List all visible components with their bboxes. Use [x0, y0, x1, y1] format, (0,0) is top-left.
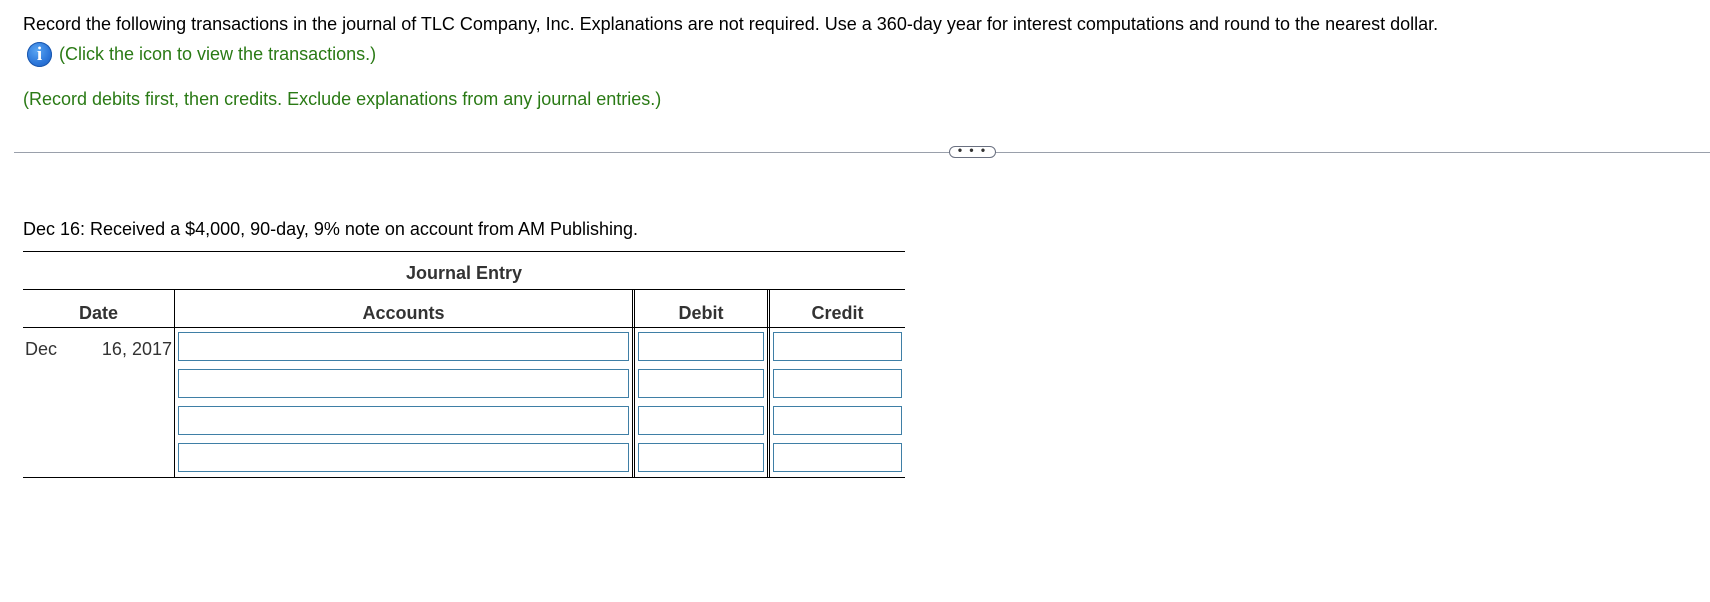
account-input-3[interactable]: [178, 406, 629, 435]
expand-more-button[interactable]: • • •: [949, 144, 996, 158]
journal-header-row: Date Accounts Debit Credit: [23, 289, 905, 328]
date-day-year: 16, 2017: [101, 339, 172, 359]
instructions-text: Record the following transactions in the…: [23, 14, 1439, 34]
header-date: Date: [78, 303, 118, 323]
credit-column: [767, 328, 905, 477]
journal-title: Journal Entry: [23, 251, 905, 289]
transaction-description: Dec 16: Received a $4,000, 90-day, 9% no…: [23, 219, 639, 239]
debit-input-4[interactable]: [638, 443, 764, 472]
info-icon[interactable]: i: [27, 41, 52, 67]
account-input-2[interactable]: [178, 369, 629, 398]
credit-input-2[interactable]: [773, 369, 902, 398]
header-accounts: Accounts: [174, 290, 632, 327]
account-input-4[interactable]: [178, 443, 629, 472]
accounts-column: [174, 328, 632, 477]
account-input-1[interactable]: [178, 332, 629, 361]
date-month: Dec: [25, 339, 58, 359]
journal-entry-table: Journal Entry Date Accounts Debit Credit…: [23, 251, 905, 478]
credit-input-3[interactable]: [773, 406, 902, 435]
journal-body: Dec 16, 2017: [23, 328, 905, 478]
entry-date: Dec 16, 2017: [23, 328, 174, 477]
credit-input-1[interactable]: [773, 332, 902, 361]
header-debit: Debit: [632, 290, 767, 327]
info-line: i (Click the icon to view the transactio…: [27, 41, 376, 67]
header-credit: Credit: [767, 290, 905, 327]
section-divider: [14, 152, 1710, 153]
hint-text: (Record debits first, then credits. Excl…: [23, 89, 662, 109]
view-transactions-link[interactable]: (Click the icon to view the transactions…: [59, 44, 376, 65]
debit-input-2[interactable]: [638, 369, 764, 398]
debit-input-3[interactable]: [638, 406, 764, 435]
debit-input-1[interactable]: [638, 332, 764, 361]
credit-input-4[interactable]: [773, 443, 902, 472]
debit-column: [632, 328, 767, 477]
